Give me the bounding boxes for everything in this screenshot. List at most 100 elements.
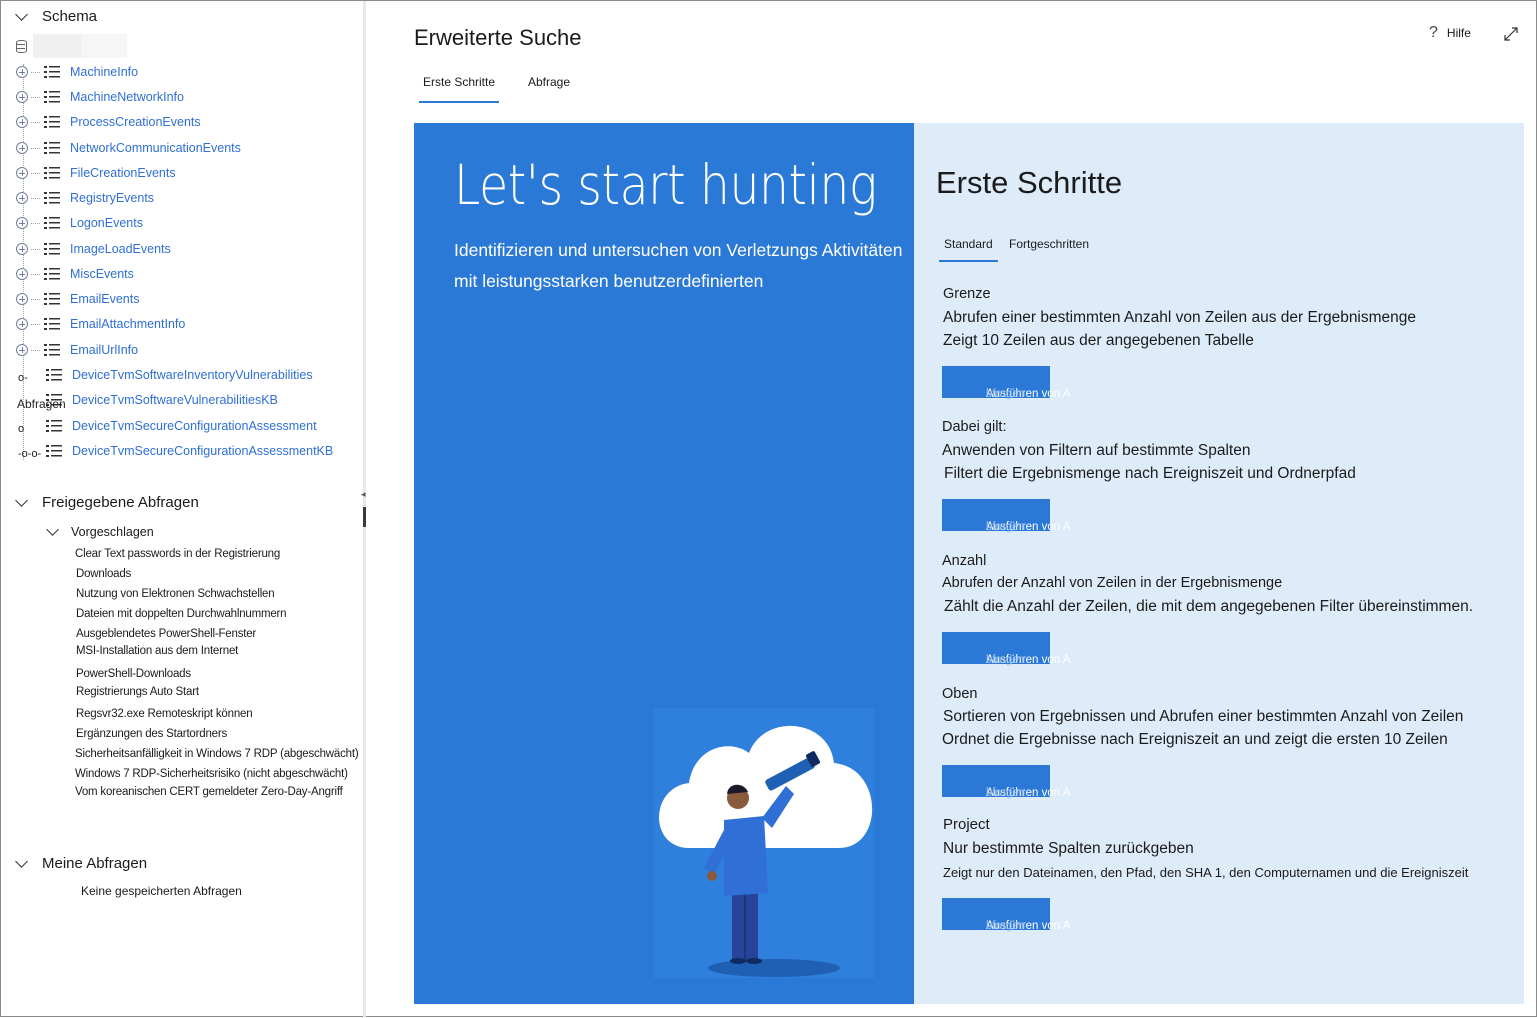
schema-item[interactable]: DeviceTvmSoftwareInventoryVulnerabilitie… (46, 364, 313, 386)
suggested-query[interactable]: Dateien mit doppelten Durchwahlnummern (76, 608, 287, 620)
section-line: Ordnet die Ergebnisse nach Ereigniszeit … (942, 731, 1448, 748)
schema-item[interactable]: ImageLoadEvents (16, 238, 171, 260)
suggested-query[interactable]: MSI-Installation aus dem Internet (76, 645, 238, 657)
suggested-query[interactable]: Vom koreanischen CERT gemeldeter Zero-Da… (75, 786, 343, 798)
suggested-query[interactable]: Nutzung von Elektronen Schwachstellen (76, 588, 275, 600)
hero-description-line: Identifizieren und untersuchen von Verle… (454, 240, 903, 260)
schema-item[interactable]: MachineInfo (16, 61, 138, 83)
schema-item-label: MiscEvents (70, 267, 134, 281)
schema-item[interactable]: MiscEvents (16, 263, 134, 285)
expand-icon[interactable] (16, 91, 28, 103)
table-icon (44, 216, 60, 230)
schema-item[interactable]: FileCreationEvents (16, 162, 176, 184)
run-query-button[interactable]: Ausführen von Abfragen (942, 765, 1070, 799)
schema-item[interactable]: EmailUrlInfo (16, 339, 138, 361)
expand-icon[interactable] (16, 142, 28, 154)
expand-icon[interactable] (1503, 26, 1519, 42)
expand-icon[interactable] (16, 116, 28, 128)
suggested-query[interactable]: Regsvr32.exe Remoteskript können (76, 708, 253, 720)
suggested-query[interactable]: Sicherheitsanfälligkeit in Windows 7 RDP… (75, 748, 359, 760)
table-icon (44, 115, 60, 129)
schema-item-label: DeviceTvmSoftwareVulnerabilitiesKB (72, 393, 278, 407)
schema-item-label: DeviceTvmSecureConfigurationAssessment (72, 419, 317, 433)
schema-section-header[interactable]: Schema (16, 8, 97, 25)
help-label: Hilfe (1446, 26, 1471, 40)
shared-queries-header[interactable]: Freigegebene Abfragen (16, 494, 199, 511)
overlay-text: Abfragen (17, 397, 66, 411)
suggested-query[interactable]: Ergänzungen des Startordners (76, 728, 227, 740)
suggested-query[interactable]: Windows 7 RDP-Sicherheitsrisiko (nicht a… (75, 768, 348, 780)
schema-item[interactable]: ProcessCreationEvents (16, 111, 201, 133)
schema-item[interactable]: MachineNetworkInfo (16, 86, 184, 108)
redacted-database-name (33, 34, 127, 58)
overlay-text: o (18, 423, 25, 435)
hero-description-line: mit leistungsstarken benutzerdefinierten (454, 271, 764, 291)
table-icon (44, 166, 60, 180)
help-button[interactable]: ? Hilfe (1429, 24, 1471, 42)
expand-icon[interactable] (16, 243, 28, 255)
section-line: Sortieren von Ergebnissen und Abrufen ei… (943, 708, 1464, 725)
run-query-button[interactable]: Ausführen von Abfragen (942, 366, 1070, 400)
schema-item-label: RegistryEvents (70, 191, 155, 205)
suggested-query[interactable]: Clear Text passwords in der Registrierun… (75, 548, 280, 560)
schema-item[interactable]: EmailEvents (16, 288, 139, 310)
section-line: Zeigt nur den Dateinamen, den Pfad, den … (943, 865, 1469, 880)
page-title: Erweiterte Suche (414, 25, 582, 50)
schema-item[interactable]: RegistryEvents (16, 187, 154, 209)
my-queries-header[interactable]: Meine Abfragen (16, 855, 147, 872)
schema-item-label: ImageLoadEvents (70, 242, 171, 256)
expand-icon[interactable] (16, 293, 28, 305)
hero-panel: Let's start hunting Identifizieren und u… (414, 123, 914, 1004)
suggested-query[interactable]: Downloads (76, 568, 131, 580)
expand-icon[interactable] (16, 318, 28, 330)
schema-title: Schema (42, 8, 98, 25)
section-heading: Grenze (943, 286, 991, 302)
schema-item-label: FileCreationEvents (70, 166, 176, 180)
shared-queries-title: Freigegebene Abfragen (42, 494, 199, 511)
run-button-label-overflow: bfragen (986, 654, 1026, 666)
table-icon (44, 267, 60, 281)
suggested-header[interactable]: Vorgeschlagen (47, 525, 154, 539)
suggested-query[interactable]: Registrierungs Auto Start (76, 686, 199, 698)
table-icon (44, 141, 60, 155)
run-query-button[interactable]: Ausführen von Abfragen (942, 898, 1070, 932)
table-icon (44, 242, 60, 256)
tab-erste-schritte[interactable]: Erste Schritte (418, 75, 500, 103)
run-query-button[interactable]: Ausführen von Abfragen (942, 499, 1070, 533)
tab-abfrage[interactable]: Abfrage (528, 75, 570, 103)
table-icon (44, 317, 60, 331)
schema-item-label: MachineNetworkInfo (70, 90, 184, 104)
expand-icon[interactable] (16, 66, 28, 78)
expand-icon[interactable] (16, 167, 28, 179)
section-line: Nur bestimmte Spalten zurückgeben (943, 840, 1194, 857)
telescope-person-illustration (654, 708, 874, 978)
run-button-label-overflow: bfragen (986, 521, 1026, 533)
schema-item[interactable]: DeviceTvmSecureConfigurationAssessmentKB (46, 440, 333, 462)
suggested-query[interactable]: PowerShell-Downloads (76, 668, 191, 680)
run-query-button[interactable]: Ausführen von Abfragen (942, 632, 1070, 666)
section-heading: Project (943, 816, 990, 833)
schema-item[interactable]: DeviceTvmSoftwareVulnerabilitiesKB (46, 389, 278, 411)
table-icon (44, 191, 60, 205)
expand-icon[interactable] (16, 192, 28, 204)
schema-item[interactable]: LogonEvents (16, 212, 143, 234)
schema-item[interactable]: NetworkCommunicationEvents (16, 137, 241, 159)
hero-description: Identifizieren und untersuchen von Verle… (454, 235, 914, 297)
tab-fortgeschritten[interactable]: Fortgeschritten (1009, 237, 1089, 261)
schema-item[interactable]: EmailAttachmentInfo (16, 313, 185, 335)
section-line: Zeigt 10 Zeilen aus der angegebenen Tabe… (943, 332, 1254, 349)
suggested-query[interactable]: Ausgeblendetes PowerShell-Fenster (76, 628, 256, 640)
section-line: Zählt die Anzahl der Zeilen, die mit dem… (944, 598, 1474, 615)
collapse-arrow-icon[interactable]: ◂ (361, 489, 366, 500)
database-row[interactable] (16, 34, 127, 58)
schema-item-label: ProcessCreationEvents (70, 115, 201, 129)
section-heading: Anzahl (942, 553, 987, 569)
table-icon (44, 343, 60, 357)
expand-icon[interactable] (16, 344, 28, 356)
tab-standard[interactable]: Standard (939, 237, 998, 262)
schema-item-label: EmailEvents (70, 292, 140, 306)
schema-item[interactable]: DeviceTvmSecureConfigurationAssessment (46, 415, 317, 437)
expand-icon[interactable] (16, 217, 28, 229)
expand-icon[interactable] (16, 268, 28, 280)
splitter-handle[interactable] (363, 507, 366, 527)
